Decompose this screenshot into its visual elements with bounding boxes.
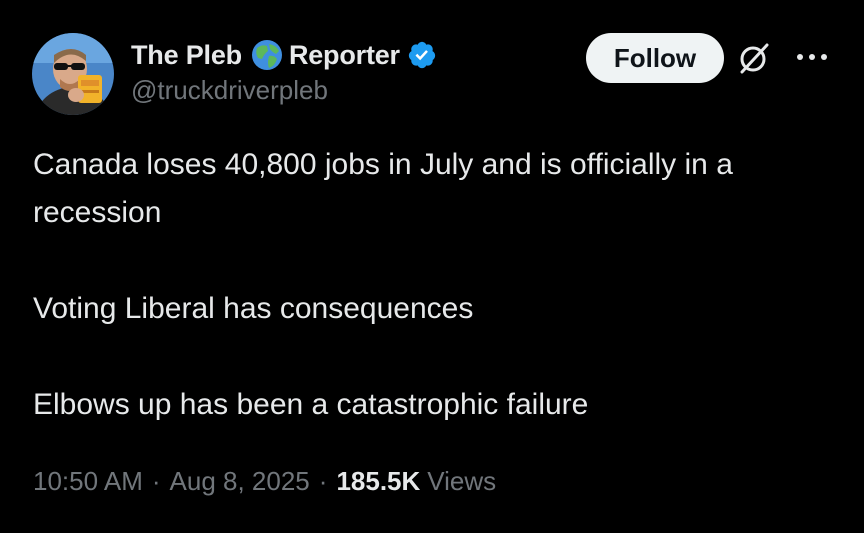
follow-button[interactable]: Follow (586, 33, 724, 83)
avatar[interactable] (32, 33, 114, 115)
more-icon[interactable] (794, 50, 830, 64)
grok-icon[interactable] (735, 39, 773, 77)
verified-badge-icon (407, 40, 437, 70)
avatar-photo (32, 33, 114, 115)
globe-icon (251, 39, 283, 71)
tweet-text: Canada loses 40,800 jobs in July and is … (33, 141, 833, 429)
meta-separator: · (318, 466, 328, 496)
display-name-part1[interactable]: The Pleb (131, 40, 242, 71)
tweet-line-2: Voting Liberal has consequences (33, 292, 474, 325)
author-handle[interactable]: @truckdriverpleb (131, 75, 328, 106)
views-count[interactable]: 185.5K (336, 466, 420, 497)
tweet-time[interactable]: 10:50 AM (33, 466, 143, 497)
views-label: Views (427, 466, 497, 496)
tweet-meta: 10:50 AM · Aug 8, 2025 · 185.5K Views (33, 466, 496, 497)
display-name-part2[interactable]: Reporter (289, 40, 400, 71)
tweet-line-3: Elbows up has been a catastrophic failur… (33, 388, 589, 421)
meta-separator: · (151, 466, 161, 496)
tweet-line-1: Canada loses 40,800 jobs in July and is … (33, 148, 733, 229)
tweet-date[interactable]: Aug 8, 2025 (170, 466, 310, 497)
author-name-row[interactable]: The Pleb Reporter (131, 37, 437, 73)
